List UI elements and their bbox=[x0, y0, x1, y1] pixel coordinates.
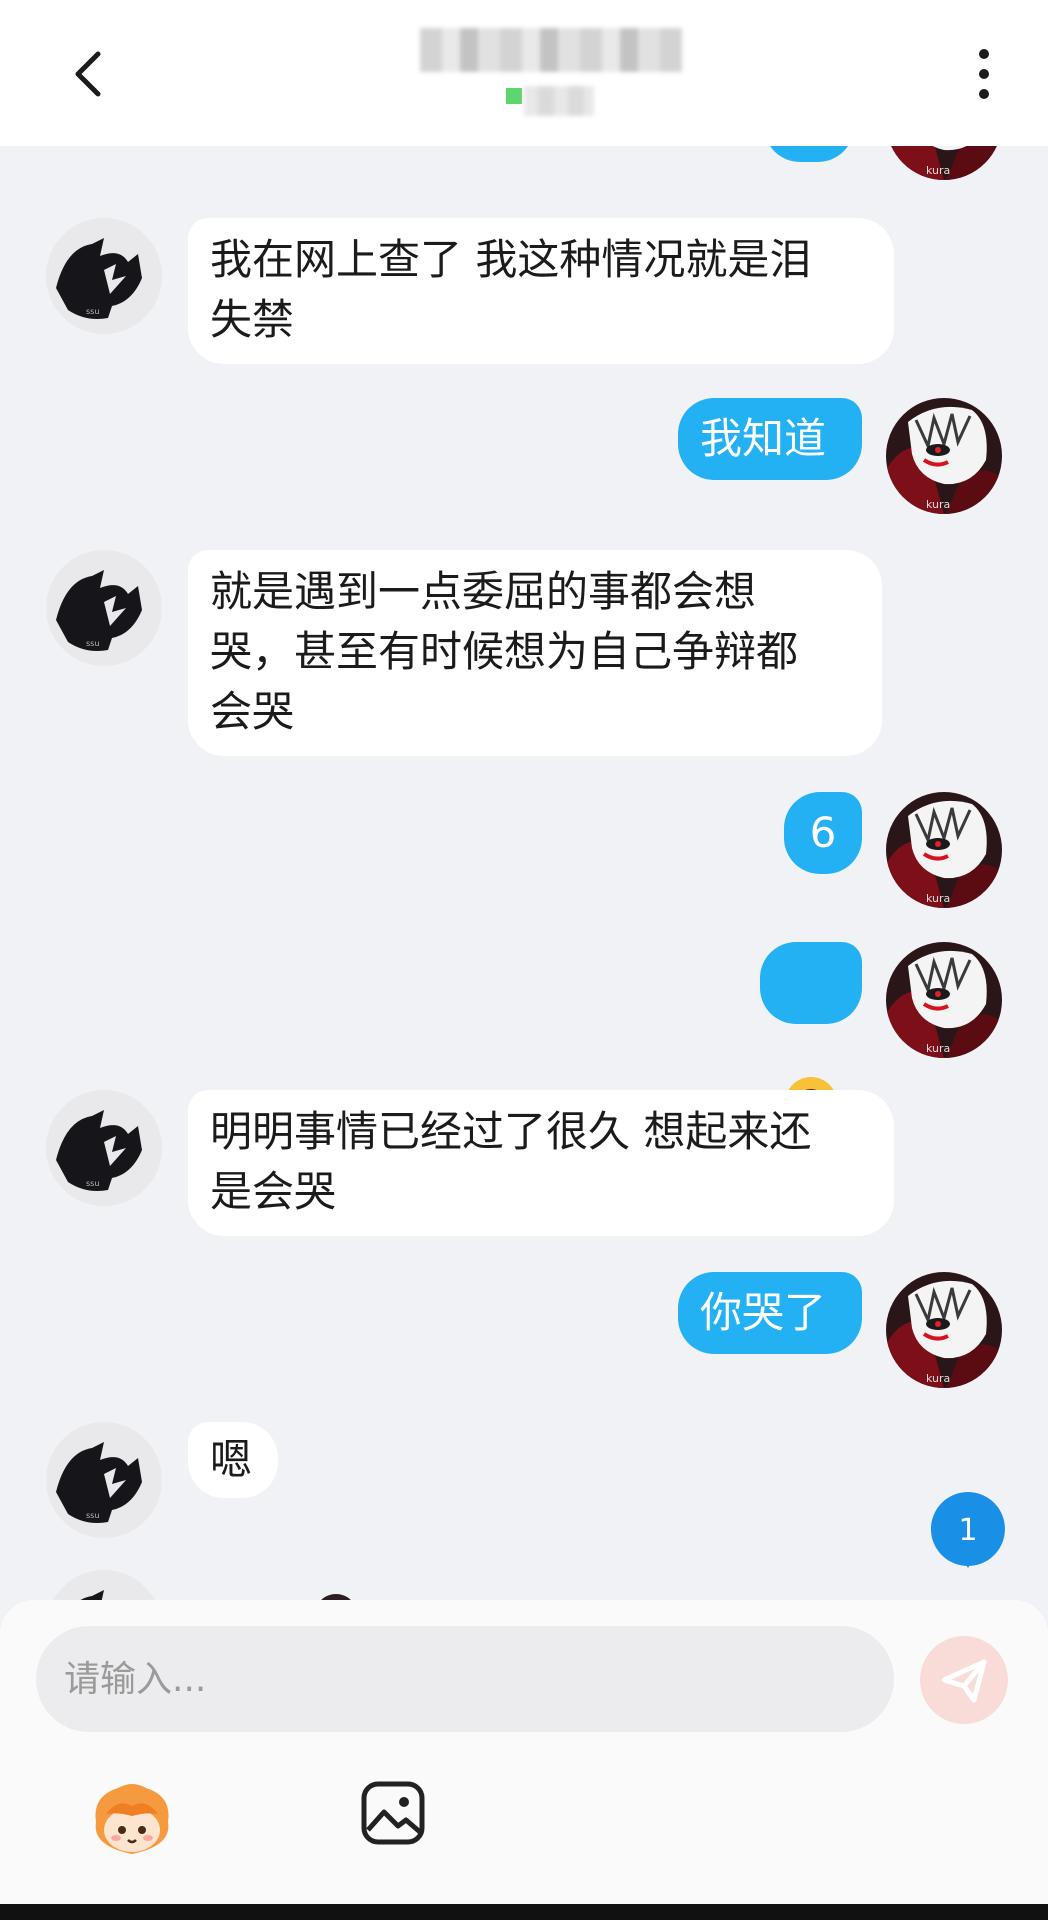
message-list[interactable]: 我在网上查了 我这种情况就是泪 失禁 我知道 就是遇到一点委屈的事都会想 哭，甚… bbox=[0, 146, 1048, 1600]
my-avatar[interactable] bbox=[886, 398, 1002, 514]
unread-bubble-icon: 1 bbox=[930, 1492, 1005, 1568]
sticker-button[interactable] bbox=[88, 1776, 176, 1864]
message-input[interactable] bbox=[36, 1626, 894, 1732]
status-text-redacted bbox=[524, 86, 594, 116]
more-vertical-icon bbox=[979, 49, 989, 99]
contact-avatar[interactable] bbox=[46, 1570, 162, 1600]
image-icon bbox=[361, 1781, 425, 1845]
unread-count-badge[interactable]: 1 bbox=[929, 1490, 1007, 1568]
back-button[interactable] bbox=[62, 44, 122, 104]
contact-avatar[interactable] bbox=[46, 550, 162, 666]
message-bubble-incoming[interactable]: 就是遇到一点委屈的事都会想 哭，甚至有时候想为自己争辩都 会哭 bbox=[188, 550, 882, 756]
send-icon bbox=[920, 1636, 1008, 1724]
unread-count-label: 1 bbox=[958, 1513, 977, 1548]
composer-panel bbox=[0, 1600, 1048, 1904]
message-bubble-outgoing[interactable]: 你哭了 bbox=[678, 1272, 862, 1354]
message-bubble-partial[interactable] bbox=[764, 146, 854, 162]
sticker-icon bbox=[95, 1784, 169, 1854]
message-bubble-outgoing-emoji[interactable] bbox=[760, 942, 862, 1129]
my-avatar[interactable] bbox=[886, 942, 1002, 1058]
message-bubble-outgoing[interactable]: 6 bbox=[784, 792, 862, 874]
chat-header bbox=[0, 0, 1048, 146]
contact-avatar[interactable] bbox=[46, 1090, 162, 1206]
contact-avatar[interactable] bbox=[46, 1422, 162, 1538]
message-bubble-incoming[interactable]: 明明事情已经过了很久 想起来还 是会哭 bbox=[188, 1090, 894, 1236]
my-avatar[interactable] bbox=[886, 792, 1002, 908]
online-status-dot bbox=[506, 88, 522, 104]
contact-name-redacted bbox=[420, 28, 682, 72]
message-bubble-outgoing[interactable]: 我知道 bbox=[678, 398, 862, 480]
more-options-button[interactable] bbox=[956, 44, 1012, 104]
send-button[interactable] bbox=[920, 1636, 1008, 1724]
my-avatar[interactable] bbox=[886, 1272, 1002, 1388]
image-button[interactable] bbox=[360, 1780, 426, 1846]
chevron-left-icon bbox=[75, 51, 101, 97]
message-bubble-incoming[interactable]: 我在网上查了 我这种情况就是泪 失禁 bbox=[188, 218, 894, 364]
system-navigation-bar bbox=[0, 1904, 1048, 1920]
message-bubble-incoming[interactable]: 嗯 bbox=[188, 1422, 278, 1498]
contact-avatar[interactable] bbox=[46, 218, 162, 334]
my-avatar[interactable] bbox=[886, 146, 1002, 180]
sticker-partial-icon bbox=[321, 1594, 351, 1600]
